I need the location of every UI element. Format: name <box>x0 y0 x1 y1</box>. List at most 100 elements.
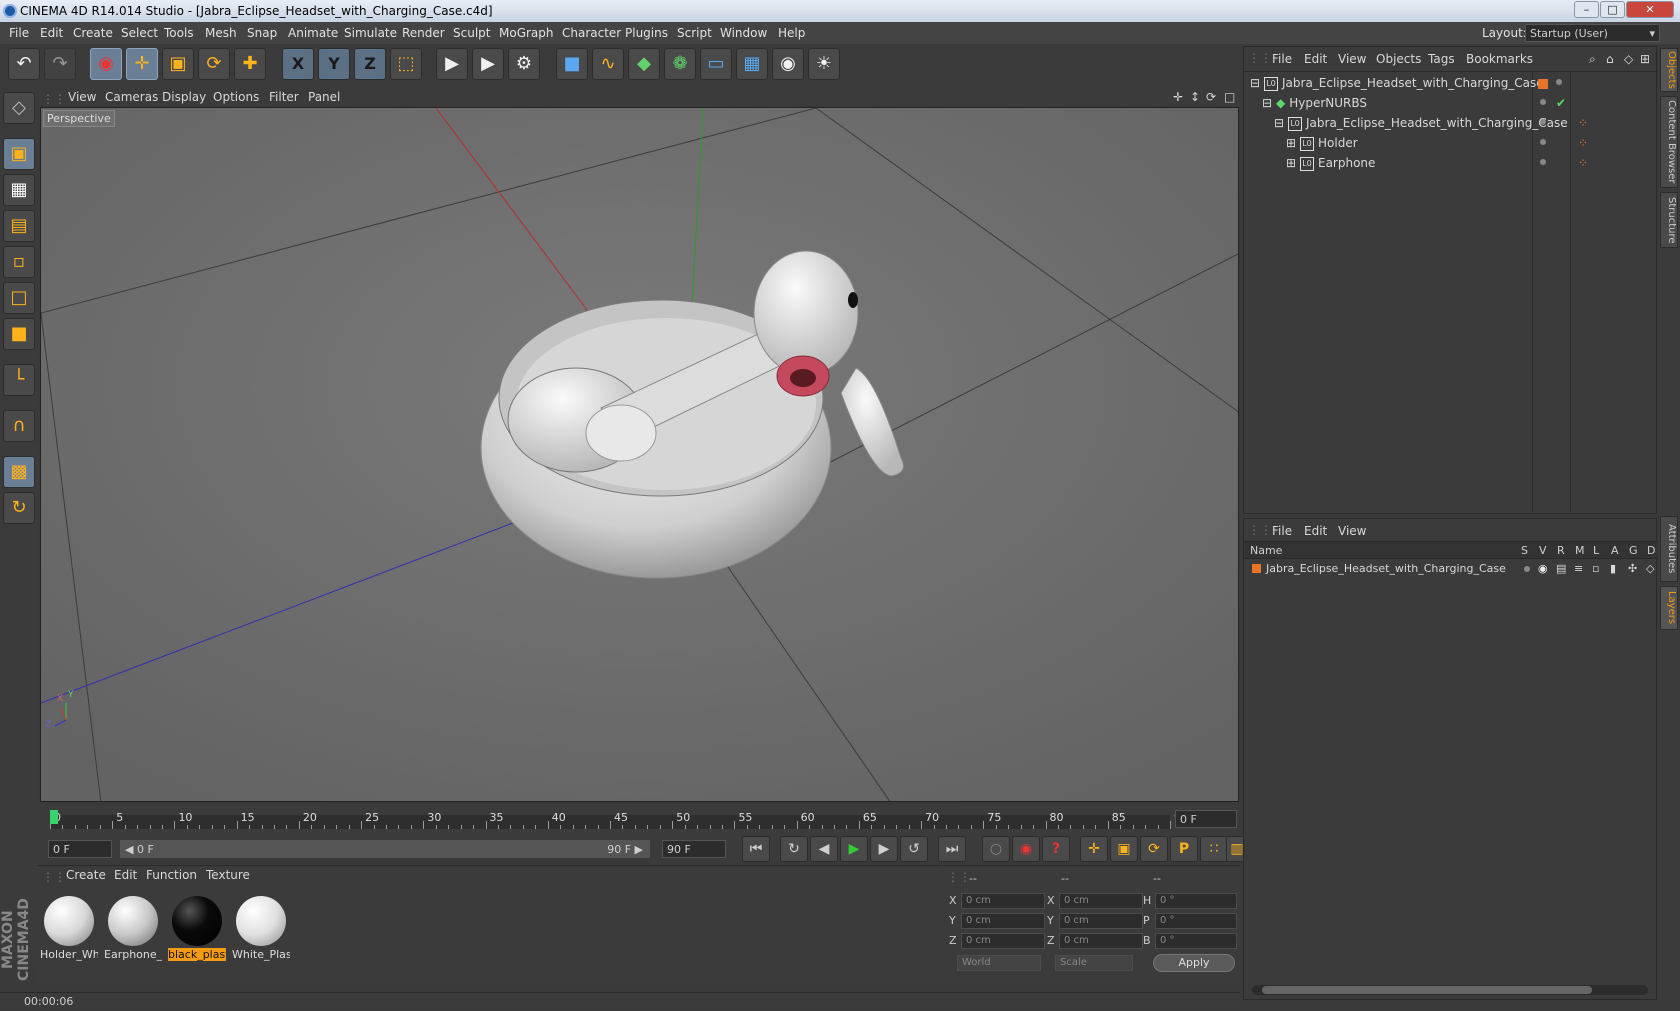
size-z-field[interactable]: 0 cm <box>1059 933 1143 949</box>
menu-create[interactable]: Create <box>73 22 113 44</box>
minimize-button[interactable]: – <box>1574 1 1599 18</box>
layers-menu-file[interactable]: File <box>1272 524 1292 538</box>
add-tool-button[interactable]: ✚ <box>234 48 266 80</box>
array-button[interactable]: ❁ <box>664 48 696 80</box>
go-to-end-button[interactable]: ⏭ <box>938 836 966 862</box>
menu-mograph[interactable]: MoGraph <box>499 22 554 44</box>
layout-select[interactable]: Startup (User) ▾ <box>1525 24 1660 42</box>
light-button[interactable]: ☀ <box>808 48 840 80</box>
keyframe-scale-button[interactable]: ▣ <box>1110 836 1138 862</box>
maximize-view-icon[interactable]: □ <box>1224 86 1235 108</box>
render-settings-button[interactable]: ⚙ <box>508 48 540 80</box>
keyframe-rotate-button[interactable]: ⟳ <box>1140 836 1168 862</box>
manager-icon[interactable]: ≡ <box>1574 559 1583 579</box>
redo-button[interactable]: ↷ <box>44 48 76 80</box>
pos-x-field[interactable]: 0 cm <box>961 893 1045 909</box>
menu-script[interactable]: Script <box>677 22 712 44</box>
layers-menu-view[interactable]: View <box>1338 524 1366 538</box>
axis-mode-button[interactable]: └ <box>3 364 35 396</box>
new-view-icon[interactable]: ⊞ <box>1640 52 1650 66</box>
step-forward-button[interactable]: ▶ <box>870 836 898 862</box>
visibility-dot[interactable] <box>1540 159 1546 165</box>
object-row[interactable]: ⊞ L0 Earphone ⁘ <box>1244 153 1658 173</box>
viewport-menu-display[interactable]: Display <box>162 86 206 108</box>
texture-mode-button[interactable]: ▦ <box>3 174 35 206</box>
deformer-button[interactable]: ▭ <box>700 48 732 80</box>
snap-button[interactable]: ▩ <box>3 456 35 488</box>
tab-structure[interactable]: Structure <box>1660 192 1678 248</box>
cube-object-button[interactable]: ■ <box>556 48 588 80</box>
menu-tools[interactable]: Tools <box>164 22 194 44</box>
visibility-dot[interactable] <box>1540 139 1546 145</box>
scrollbar-thumb[interactable] <box>1262 986 1592 994</box>
material-swatch[interactable]: Holder_Wh <box>40 892 98 964</box>
maximize-button[interactable]: □ <box>1600 1 1625 18</box>
play-button[interactable]: ▶ <box>840 836 868 862</box>
size-x-field[interactable]: 0 cm <box>1059 893 1143 909</box>
eye-icon[interactable]: ◉ <box>1538 559 1548 579</box>
go-to-start-button[interactable]: ⏮ <box>742 836 770 862</box>
expand-icon[interactable]: ⊟ <box>1250 73 1260 93</box>
workplane-mode-button[interactable]: ▤ <box>3 210 35 242</box>
record-off-button[interactable]: ○ <box>982 836 1010 862</box>
keyframe-points-button[interactable]: ∷ <box>1200 836 1228 862</box>
search-icon[interactable]: ⌕ <box>1589 52 1596 67</box>
material-menu-function[interactable]: Function <box>146 868 197 882</box>
menu-help[interactable]: Help <box>778 22 805 44</box>
render-to-picture-viewer-button[interactable]: ▶ <box>472 48 504 80</box>
move-view-icon[interactable]: ✛ <box>1173 86 1183 108</box>
size-y-field[interactable]: 0 cm <box>1059 913 1143 929</box>
material-tag-icon[interactable]: ⁘ <box>1578 113 1588 133</box>
menu-sculpt[interactable]: Sculpt <box>453 22 490 44</box>
pos-y-field[interactable]: 0 cm <box>961 913 1045 929</box>
points-mode-button[interactable]: ▫ <box>3 246 35 278</box>
horizontal-scrollbar[interactable] <box>1252 985 1648 995</box>
keyframe-param-button[interactable]: P <box>1170 836 1198 862</box>
material-swatch[interactable]: black_plast <box>168 892 226 964</box>
solo-toggle[interactable] <box>1524 566 1530 572</box>
objects-menu-edit[interactable]: Edit <box>1304 52 1327 66</box>
start-frame-field[interactable]: 0 F <box>48 840 112 858</box>
3d-viewport[interactable]: Perspective Y X Z <box>40 107 1239 802</box>
material-swatch[interactable]: Earphone_ <box>104 892 162 964</box>
rot-b-field[interactable]: 0 ° <box>1155 933 1237 949</box>
object-row[interactable]: ⊟ ◆ HyperNURBS ✔ <box>1244 93 1658 113</box>
home-icon[interactable]: ⌂ <box>1606 52 1614 66</box>
current-frame-field[interactable]: 0 F <box>1175 810 1237 828</box>
render-icon[interactable]: ▤ <box>1556 559 1566 579</box>
layer-color-swatch[interactable] <box>1252 564 1261 573</box>
step-back-button[interactable]: ◀ <box>810 836 838 862</box>
camera-button[interactable]: ◉ <box>772 48 804 80</box>
menu-select[interactable]: Select <box>121 22 158 44</box>
rot-h-field[interactable]: 0 ° <box>1155 893 1237 909</box>
rotate-tool-button[interactable]: ⟳ <box>198 48 230 80</box>
viewport-menu-panel[interactable]: Panel <box>308 86 340 108</box>
coord-mode-select[interactable]: World <box>957 955 1041 971</box>
tab-content-browser[interactable]: Content Browser <box>1660 96 1678 188</box>
render-view-button[interactable]: ▶ <box>436 48 468 80</box>
close-button[interactable]: ✕ <box>1626 1 1674 18</box>
polygons-mode-button[interactable]: ■ <box>3 318 35 350</box>
viewport-menu-cameras[interactable]: Cameras <box>105 86 158 108</box>
edges-mode-button[interactable]: □ <box>3 282 35 314</box>
move-tool-button[interactable]: ✛ <box>126 48 158 80</box>
visibility-dot[interactable] <box>1540 119 1546 125</box>
object-row[interactable]: ⊞ L0 Holder ⁘ <box>1244 133 1658 153</box>
visibility-dot[interactable] <box>1556 79 1562 85</box>
rot-p-field[interactable]: 0 ° <box>1155 913 1237 929</box>
menu-character[interactable]: Character <box>562 22 621 44</box>
playhead-marker[interactable] <box>50 810 58 824</box>
viewport-menu-options[interactable]: Options <box>213 86 259 108</box>
loop-forward-button[interactable]: ↺ <box>900 836 928 862</box>
menu-render[interactable]: Render <box>402 22 445 44</box>
spline-button[interactable]: ∿ <box>592 48 624 80</box>
menu-plugins[interactable]: Plugins <box>625 22 668 44</box>
layer-row[interactable]: Jabra_Eclipse_Headset_with_Charging_Case… <box>1244 559 1658 579</box>
enabled-check-icon[interactable]: ✔ <box>1556 93 1566 113</box>
scale-tool-button[interactable]: ▣ <box>162 48 194 80</box>
record-button[interactable]: ◉ <box>1012 836 1040 862</box>
visibility-dot[interactable] <box>1540 99 1546 105</box>
menu-mesh[interactable]: Mesh <box>205 22 237 44</box>
tab-attributes[interactable]: Attributes <box>1660 516 1678 582</box>
animation-icon[interactable]: ▮ <box>1610 559 1616 579</box>
